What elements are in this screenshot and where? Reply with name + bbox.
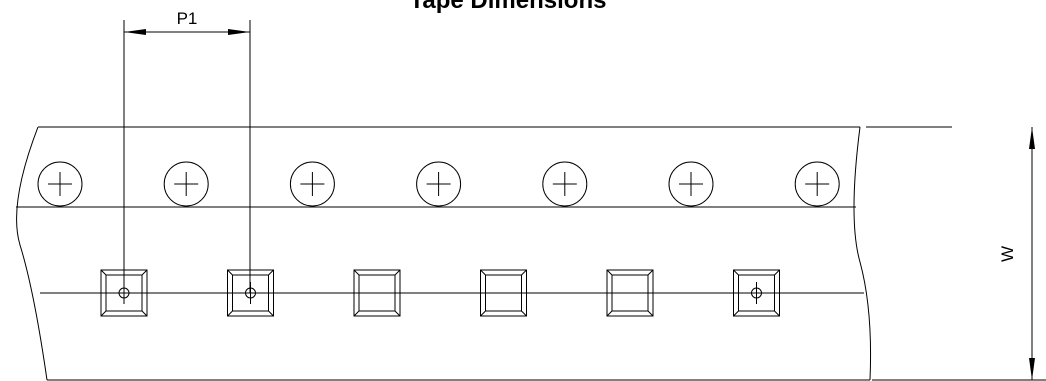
tape-dimensions-diagram: Tape Dimensions P1 W [16, 0, 1046, 381]
sprocket-hole [542, 161, 588, 207]
sprocket-hole [289, 161, 335, 207]
width-arrow-bottom [1029, 358, 1035, 380]
sprocket-holes [37, 161, 840, 207]
tape-body [16, 126, 872, 381]
sprocket-hole [668, 161, 714, 207]
sprocket-hole [794, 161, 840, 207]
pitch-label: P1 [177, 9, 198, 28]
pitch-arrow-right [228, 29, 250, 35]
sprocket-hole [163, 161, 209, 207]
pitch-dimension: P1 [123, 9, 251, 293]
width-dimension: W [866, 126, 1046, 381]
sprocket-hole [37, 161, 83, 207]
width-arrow-top [1029, 127, 1035, 149]
sprocket-hole [416, 161, 462, 207]
diagram-title: Tape Dimensions [410, 0, 607, 14]
pitch-arrow-left [124, 29, 146, 35]
width-label: W [998, 246, 1017, 262]
